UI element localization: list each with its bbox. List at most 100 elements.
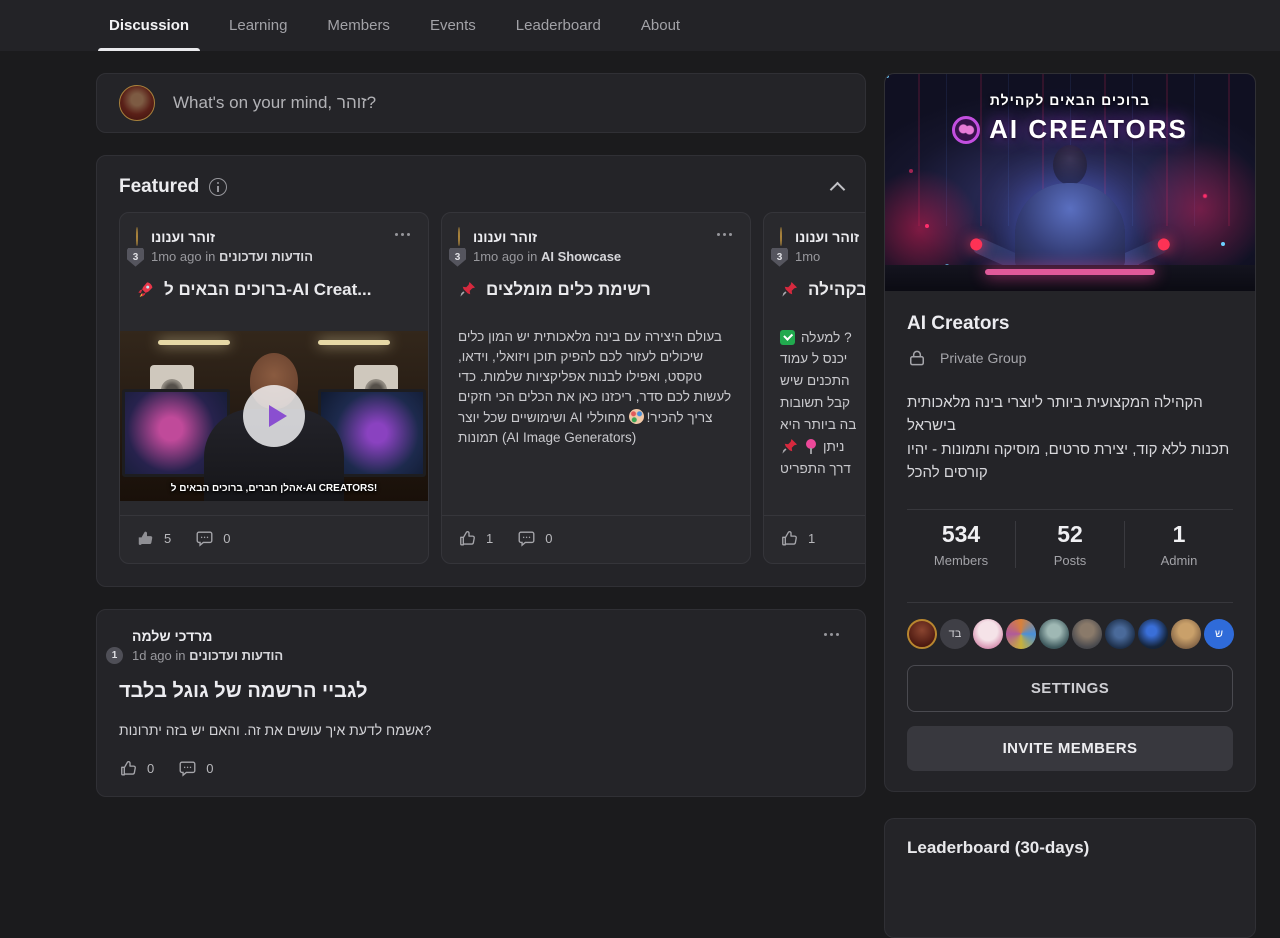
post-menu-button[interactable] [820, 629, 843, 640]
like-button[interactable] [136, 529, 155, 548]
pushpin-icon [780, 437, 799, 456]
like-button[interactable] [458, 529, 477, 548]
post-body[interactable]: אשמח לדעת איך עושים את זה. והאם יש בזה י… [119, 722, 843, 738]
comment-button[interactable] [517, 529, 536, 548]
member-avatar[interactable] [973, 619, 1003, 649]
member-avatar[interactable] [907, 619, 937, 649]
composer-prompt[interactable]: What's on your mind, זוהר? [173, 93, 376, 113]
tab-leaderboard[interactable]: Leaderboard [503, 0, 614, 51]
tab-discussion[interactable]: Discussion [96, 0, 202, 51]
avatar [780, 227, 782, 246]
featured-post-card[interactable]: 3 זוהר וענונו 1mo ago in AI Showcase רשי… [441, 212, 751, 564]
tab-label: Learning [229, 17, 287, 34]
like-count: 5 [164, 531, 171, 546]
tab-events[interactable]: Events [417, 0, 489, 51]
tab-label: Discussion [109, 17, 189, 34]
member-avatar[interactable] [1138, 619, 1168, 649]
featured-post-card[interactable]: 3 זוהר וענונו 1mo ago in הודעות ועדכונים… [119, 212, 429, 564]
post-title[interactable]: רשימת כלים מומלצים [486, 280, 651, 300]
stat-posts[interactable]: 52 Posts [1015, 521, 1124, 568]
post-menu-button[interactable] [391, 229, 414, 240]
check-icon [780, 330, 795, 345]
author-name[interactable]: מרדכי שלמה [132, 627, 283, 647]
tab-learning[interactable]: Learning [216, 0, 300, 51]
member-avatar[interactable] [1039, 619, 1069, 649]
avatar [458, 227, 460, 246]
level-badge: 3 [771, 248, 788, 267]
comment-count: 0 [223, 531, 230, 546]
featured-section: Featured 3 זוהר וענונו 1mo ago in הודעות [96, 155, 866, 587]
post-title[interactable]: לגביי הרשמה של גוגל בלבד [119, 680, 843, 703]
collapse-chevron-up-icon[interactable] [830, 181, 846, 197]
member-avatar[interactable] [1171, 619, 1201, 649]
group-stats: 534 Members 52 Posts 1 Admin [907, 510, 1233, 577]
comment-button[interactable] [195, 529, 214, 548]
tab-label: Members [327, 17, 390, 34]
avatar [136, 227, 138, 246]
post-body[interactable]: למעלה ? יכנס ל עמוד התכנים שיש קבל תשובו… [764, 327, 866, 480]
info-icon[interactable] [209, 178, 227, 196]
feed-post-card[interactable]: 1 מרדכי שלמה 1d ago in הודעות ועדכונים ל… [96, 609, 866, 797]
brain-logo-icon [952, 116, 980, 144]
post-menu-button[interactable] [713, 229, 736, 240]
group-privacy: Private Group [940, 350, 1026, 366]
banner-desk [885, 265, 1255, 291]
pushpin-icon [458, 280, 477, 299]
comment-count: 0 [206, 761, 213, 776]
post-composer[interactable]: What's on your mind, זוהר? [96, 73, 866, 133]
featured-post-card[interactable]: 3 זוהר וענונו 1mo איך מתמצאים בקהילה למע… [763, 212, 866, 564]
space-link[interactable]: AI Showcase [541, 249, 621, 264]
pushpin-icon [780, 280, 799, 299]
tab-about[interactable]: About [628, 0, 693, 51]
member-avatar[interactable] [1006, 619, 1036, 649]
author-avatar[interactable]: 3 [136, 228, 138, 264]
banner-figure [975, 149, 1165, 269]
post-title[interactable]: איך מתמצאים בקהילה [808, 280, 866, 300]
like-count: 0 [147, 761, 154, 776]
tab-members[interactable]: Members [314, 0, 403, 51]
invite-members-button[interactable]: INVITE MEMBERS [907, 726, 1233, 771]
space-link[interactable]: הודעות ועדכונים [189, 648, 283, 663]
settings-button[interactable]: SETTINGS [907, 665, 1233, 712]
video-thumbnail[interactable]: אהלן חברים, ברוכים הבאים ל-AI CREATORS! [120, 331, 428, 501]
group-description: הקהילה המקצועית ביותר ליוצרי בינה מלאכות… [907, 391, 1233, 484]
group-cover-image[interactable]: ברוכים הבאים לקהילת AI CREATORS [885, 74, 1255, 291]
leaderboard-card: Leaderboard (30-days) [884, 818, 1256, 938]
post-body[interactable]: בעולם היצירה עם בינה מלאכותית יש המון כל… [442, 327, 750, 449]
space-link[interactable]: הודעות ועדכונים [219, 249, 313, 264]
group-info-card: ברוכים הבאים לקהילת AI CREATORS AI Creat… [884, 73, 1256, 792]
current-user-avatar[interactable] [119, 85, 155, 121]
tab-label: Leaderboard [516, 17, 601, 34]
like-button[interactable] [119, 759, 138, 778]
like-button[interactable] [780, 529, 799, 548]
glowing-keyboard [985, 269, 1155, 275]
palette-icon [629, 409, 644, 424]
member-avatar[interactable] [1105, 619, 1135, 649]
play-button[interactable] [243, 385, 305, 447]
member-avatar-initials[interactable]: ש [1204, 619, 1234, 649]
group-name: AI Creators [907, 313, 1233, 335]
lock-icon [907, 348, 927, 368]
video-caption: אהלן חברים, ברוכים הבאים ל-AI CREATORS! [120, 483, 428, 494]
stat-members[interactable]: 534 Members [907, 521, 1015, 568]
comment-button[interactable] [178, 759, 197, 778]
comment-count: 0 [545, 531, 552, 546]
author-name[interactable]: זוהר וענונו [473, 228, 621, 248]
author-avatar[interactable]: 3 [780, 228, 782, 264]
post-title[interactable]: ברוכים הבאים ל-AI Creat... [164, 280, 371, 300]
author-avatar[interactable]: 3 [458, 228, 460, 264]
post-timestamp: 1mo ago in [151, 249, 215, 264]
level-badge: 3 [127, 248, 144, 267]
member-avatar-initials[interactable]: בד [940, 619, 970, 649]
tab-label: About [641, 17, 680, 34]
divider [907, 602, 1233, 603]
member-avatar[interactable] [1072, 619, 1102, 649]
post-timestamp: 1d ago in [132, 648, 186, 663]
stat-admin[interactable]: 1 Admin [1124, 521, 1233, 568]
author-name[interactable]: זוהר וענונו [151, 228, 313, 248]
featured-title: Featured [119, 176, 199, 198]
author-name[interactable]: זוהר וענונו [795, 228, 859, 248]
banner-sparks [885, 74, 889, 78]
leaderboard-title: Leaderboard (30-days) [907, 838, 1089, 857]
banner-brand-text: AI CREATORS [989, 114, 1188, 145]
